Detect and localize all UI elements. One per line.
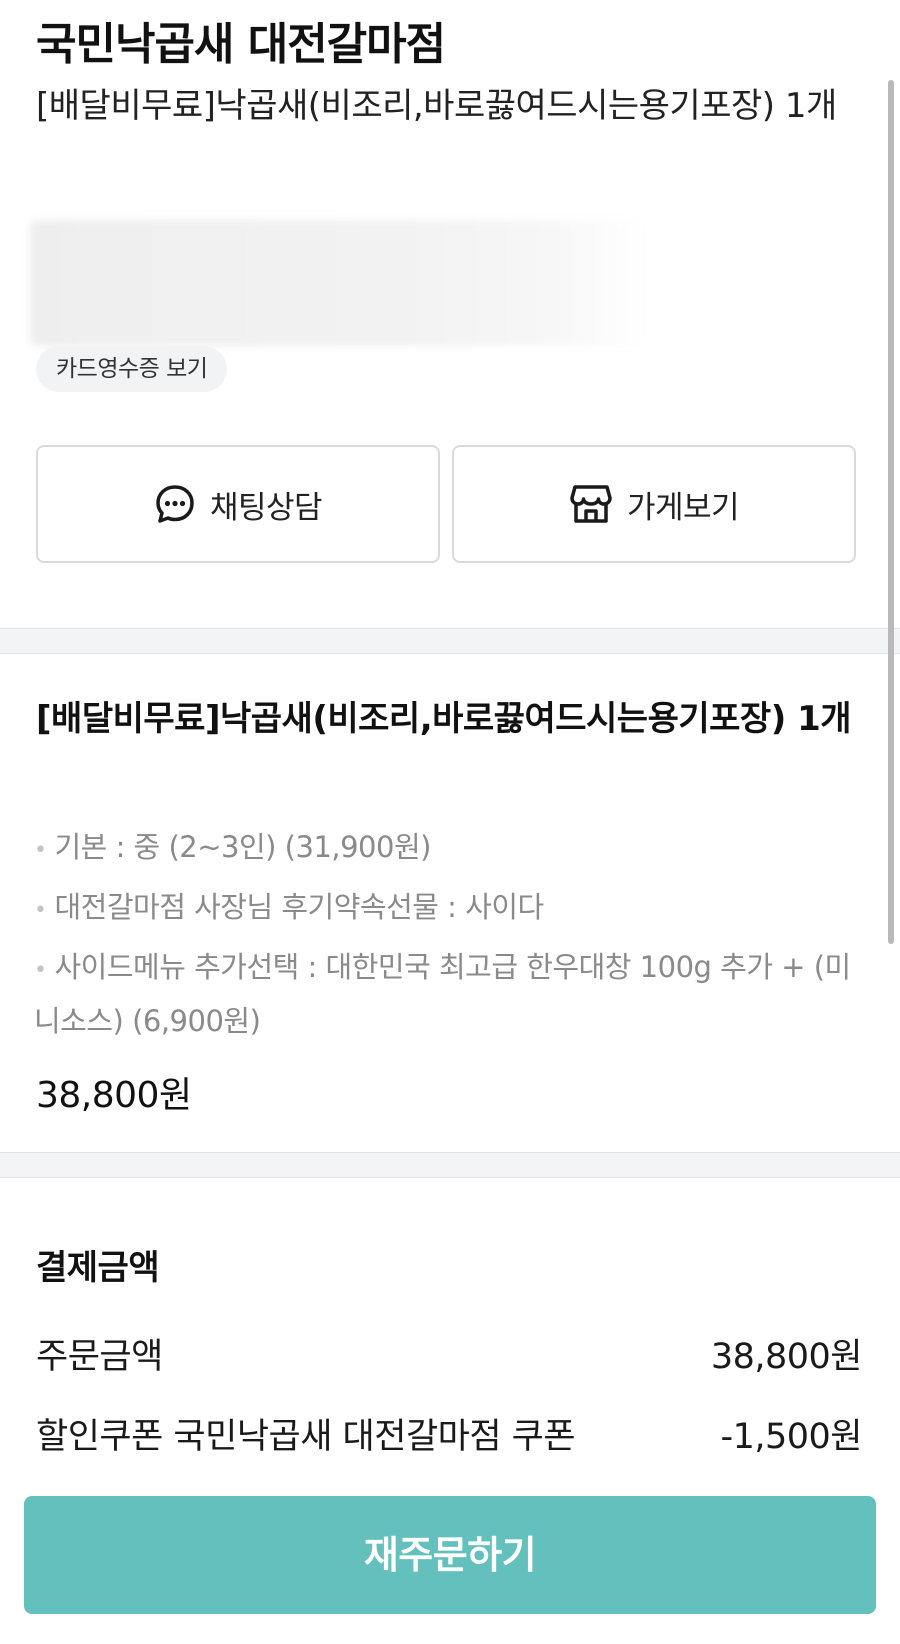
payment-title: 결제금액 (36, 1248, 160, 1288)
blurred-order-info (30, 220, 646, 346)
payment-row-value: 38,800원 (710, 1337, 863, 1377)
card-receipt-button[interactable]: 카드영수증 보기 (36, 346, 228, 392)
chat-consult-label: 채팅상담 (209, 489, 323, 526)
reorder-button[interactable]: 재주문하기 (24, 1496, 876, 1614)
menu-price: 38,800원 (36, 1075, 192, 1116)
menu-options-list: • 기본 : 중 (2~3인) (31,900원) • 대전갈마점 사장님 후기약속… (34, 822, 874, 1052)
order-summary: [배달비무료]낙곱새(비조리,바로끓여드시는용기포장) 1개 (36, 86, 837, 126)
menu-option: • 사이드메뉴 추가선택 : 대한민국 최고급 한우대창 100g 추가 + (미… (34, 950, 851, 1038)
scrollbar[interactable] (888, 80, 894, 944)
menu-option: • 기본 : 중 (2~3인) (31,900원) (34, 830, 431, 864)
payment-row-label: 할인쿠폰 국민낙곱새 대전갈마점 쿠폰 (36, 1417, 576, 1457)
section-divider (0, 1152, 900, 1178)
chat-bubble-icon (154, 483, 196, 525)
store-icon (569, 483, 613, 525)
menu-option: • 대전갈마점 사장님 후기약속선물 : 사이다 (34, 890, 544, 924)
payment-row-order-amount: 주문금액 38,800원 (36, 1328, 863, 1379)
payment-row-discount-coupon: 할인쿠폰 국민낙곱새 대전갈마점 쿠폰 -1,500원 (36, 1408, 862, 1459)
chat-consult-button[interactable]: 채팅상담 (36, 445, 440, 563)
section-divider (0, 628, 900, 654)
view-store-button[interactable]: 가게보기 (452, 445, 856, 563)
view-store-label: 가게보기 (626, 489, 740, 526)
store-name: 국민낙곱새 대전갈마점 (36, 19, 446, 70)
payment-row-value: -1,500원 (720, 1417, 862, 1457)
payment-row-label: 주문금액 (36, 1337, 163, 1377)
menu-name: [배달비무료]낙곱새(비조리,바로끓여드시는용기포장) 1개 (36, 699, 852, 739)
